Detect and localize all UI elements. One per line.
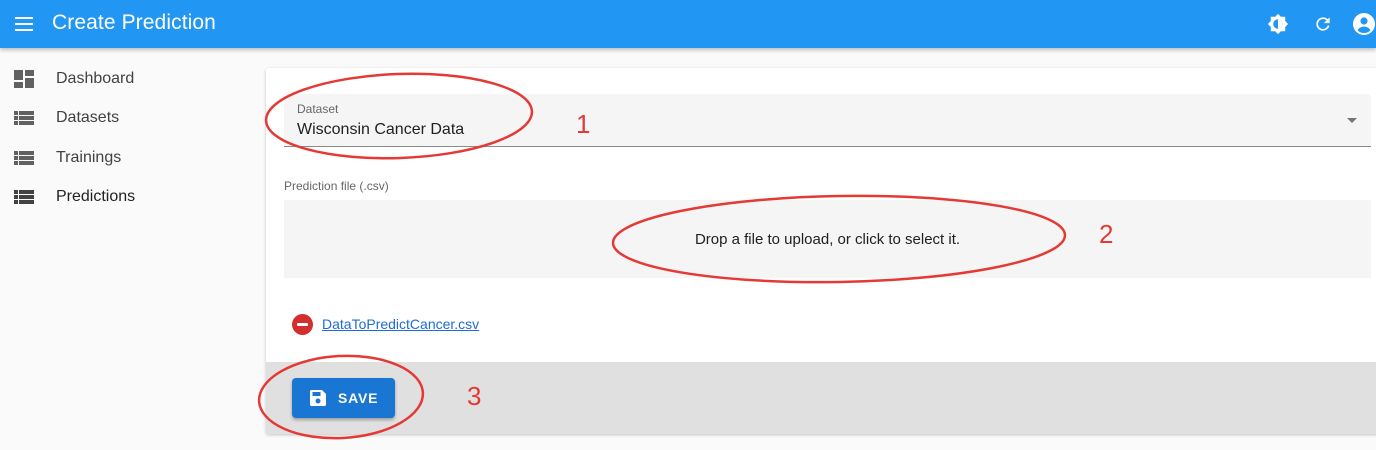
save-icon — [310, 390, 326, 406]
sidebar-item-datasets[interactable]: Datasets — [0, 98, 250, 137]
save-button-label: SAVE — [338, 390, 379, 406]
sidebar-item-label: Trainings — [56, 148, 122, 166]
form-footer: SAVE — [266, 362, 1376, 434]
save-button[interactable]: SAVE — [292, 378, 395, 418]
sidebar-item-predictions[interactable]: Predictions — [0, 177, 250, 216]
dashboard-icon — [14, 70, 34, 88]
list-icon — [14, 109, 34, 127]
sidebar-item-trainings[interactable]: Trainings — [0, 138, 250, 177]
sidebar-item-label: Datasets — [56, 108, 120, 126]
page-title: Create Prediction — [52, 11, 216, 34]
sidebar-item-label: Dashboard — [56, 69, 135, 87]
selected-file-row: DataToPredictCancer.csv — [292, 313, 479, 335]
dataset-select-value: Wisconsin Cancer Data — [297, 121, 465, 138]
sidebar-item-dashboard[interactable]: Dashboard — [0, 59, 250, 98]
refresh-icon[interactable] — [1311, 12, 1335, 36]
app-bar: Create Prediction — [0, 0, 1376, 48]
dataset-select-label: Dataset — [297, 102, 339, 116]
dropdown-arrow-icon — [1347, 118, 1357, 123]
brightness-icon[interactable] — [1266, 12, 1290, 36]
prediction-form-card: Dataset Wisconsin Cancer Data Prediction… — [266, 68, 1376, 434]
remove-circle-icon[interactable] — [292, 313, 313, 335]
prediction-file-label: Prediction file (.csv) — [284, 179, 389, 193]
menu-icon[interactable] — [12, 12, 36, 36]
selected-file-link[interactable]: DataToPredictCancer.csv — [322, 316, 479, 332]
sidebar: Dashboard Datasets Trainings Predictions — [0, 48, 250, 450]
file-dropzone[interactable]: Drop a file to upload, or click to selec… — [284, 200, 1371, 278]
dropzone-text: Drop a file to upload, or click to selec… — [694, 231, 961, 248]
sidebar-item-label: Predictions — [56, 187, 136, 205]
account-icon[interactable] — [1352, 12, 1376, 36]
list-icon — [14, 149, 34, 167]
list-icon — [14, 188, 34, 206]
dataset-select[interactable]: Dataset Wisconsin Cancer Data — [284, 94, 1371, 147]
